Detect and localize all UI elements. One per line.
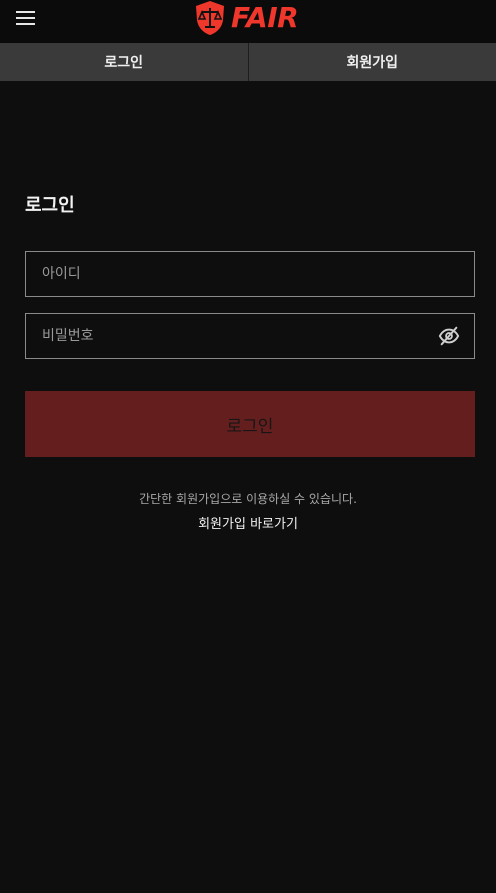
tab-signup[interactable]: 회원가입	[247, 43, 496, 81]
password-input[interactable]	[26, 314, 474, 358]
logo-text: FAIR	[231, 1, 299, 34]
signup-link[interactable]: 회원가입 바로가기	[0, 513, 496, 532]
logo[interactable]: FAIR	[194, 0, 299, 36]
eye-off-icon[interactable]	[438, 325, 460, 347]
scales-shield-icon	[196, 1, 224, 35]
header: FAIR	[0, 0, 496, 43]
login-submit-button[interactable]: 로그인	[25, 391, 475, 457]
app-root: FAIR 로그인 회원가입 로그인 로그인 간단한 회원가입으로 이용하실 수 …	[0, 0, 496, 893]
password-field	[25, 313, 475, 359]
id-field	[25, 251, 475, 297]
id-input[interactable]	[26, 252, 474, 296]
signup-hint-text: 간단한 회원가입으로 이용하실 수 있습니다.	[139, 492, 357, 506]
tab-login[interactable]: 로그인	[0, 43, 248, 81]
page-title: 로그인	[25, 195, 75, 216]
auth-tabs: 로그인 회원가입	[0, 43, 496, 81]
hamburger-menu-icon[interactable]	[16, 9, 36, 27]
